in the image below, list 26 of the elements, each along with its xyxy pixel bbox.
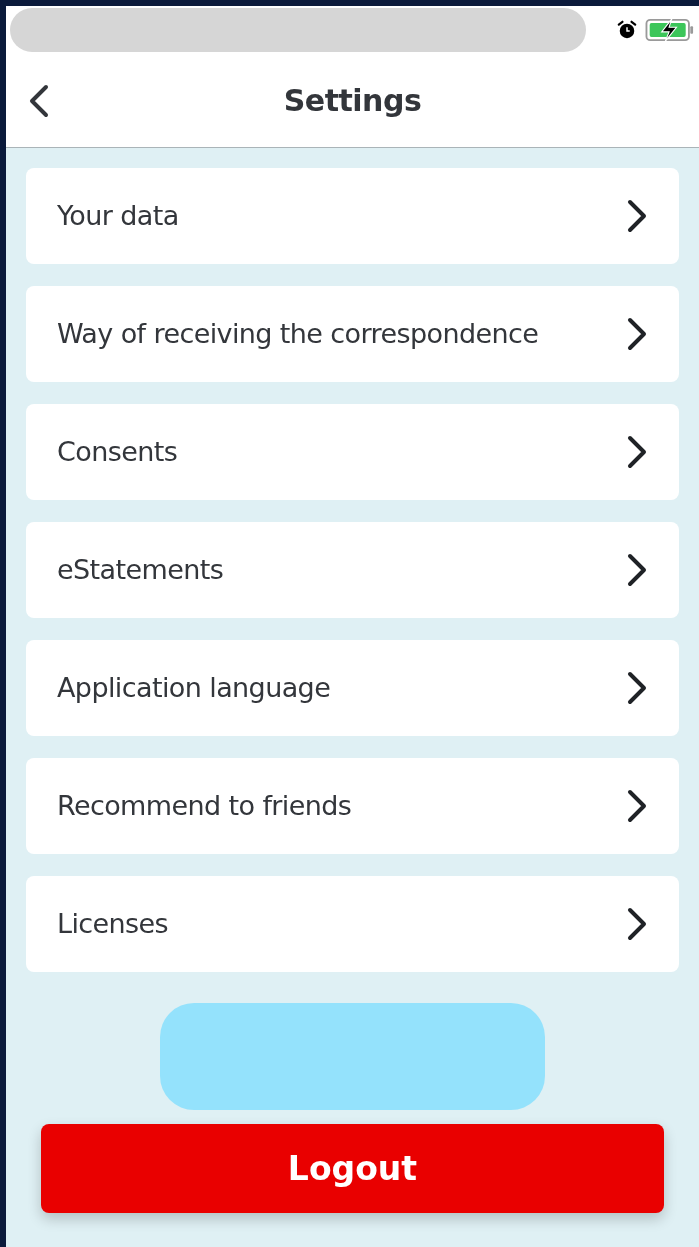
chevron-right-icon (627, 789, 647, 823)
logout-button[interactable]: Logout (41, 1124, 664, 1213)
settings-item[interactable]: Recommend to friends (26, 758, 679, 854)
page-title: Settings (283, 82, 422, 120)
settings-item-label: Way of receiving the correspondence (57, 316, 539, 351)
settings-item[interactable]: eStatements (26, 522, 679, 618)
chevron-right-icon (627, 435, 647, 469)
alarm-clock-icon (617, 20, 637, 40)
settings-item-label: Licenses (57, 906, 169, 941)
settings-item-label: Consents (57, 434, 178, 469)
settings-item[interactable]: Consents (26, 404, 679, 500)
settings-item[interactable]: Your data (26, 168, 679, 264)
back-icon (29, 82, 49, 119)
chevron-right-icon (627, 199, 647, 233)
chevron-right-icon (627, 317, 647, 351)
settings-item[interactable]: Application language (26, 640, 679, 736)
battery-charging-icon (645, 18, 695, 42)
chevron-right-icon (627, 907, 647, 941)
settings-item-label: Your data (57, 198, 179, 233)
settings-item-label: Application language (57, 670, 331, 705)
settings-item-label: Recommend to friends (57, 788, 352, 823)
settings-item[interactable]: Way of receiving the correspondence (26, 286, 679, 382)
chevron-right-icon (627, 553, 647, 587)
settings-item-label: eStatements (57, 552, 224, 587)
settings-item[interactable]: Licenses (26, 876, 679, 972)
chevron-right-icon (627, 671, 647, 705)
